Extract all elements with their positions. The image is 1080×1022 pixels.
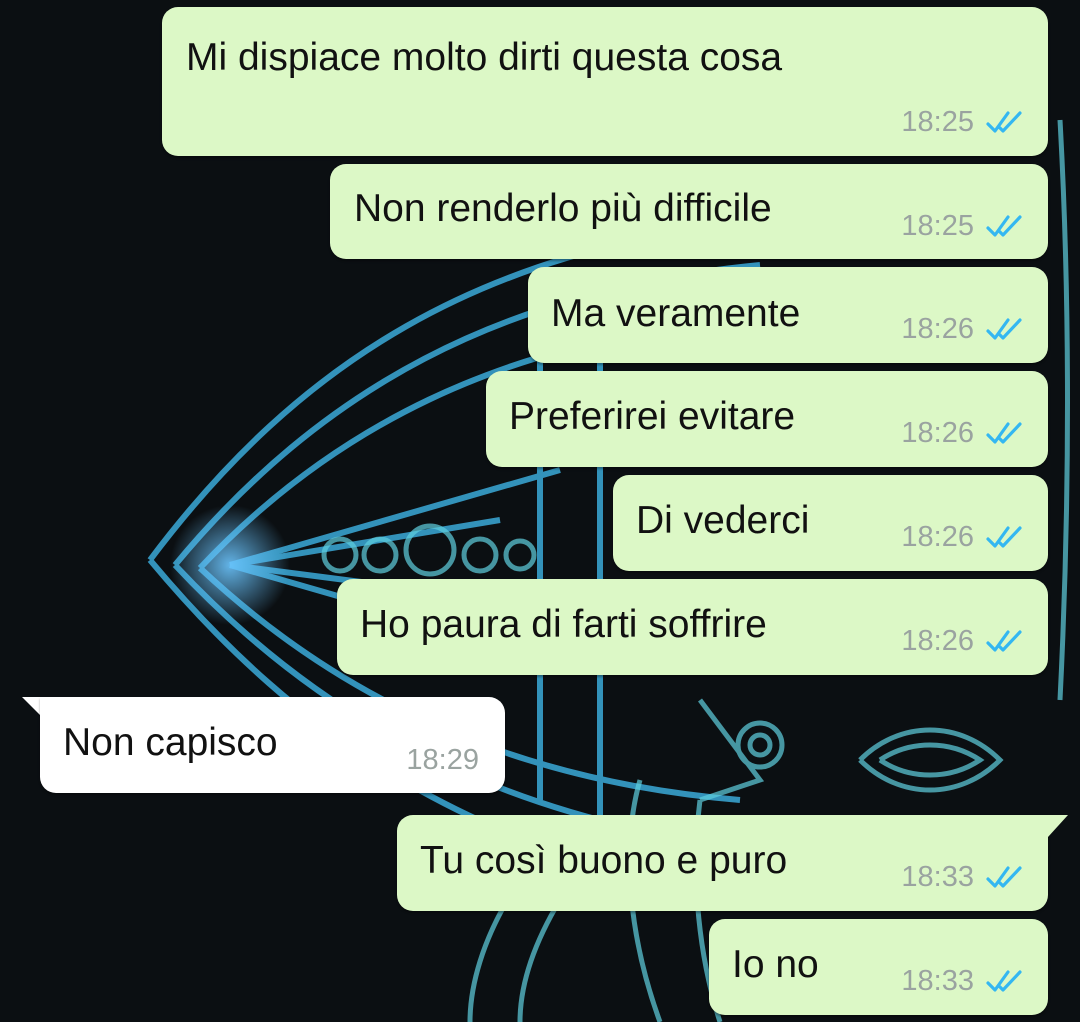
message-time: 18:29: [406, 744, 479, 776]
message-meta: 18:25: [901, 105, 1024, 139]
message-time: 18:33: [901, 965, 974, 997]
message-bubble-outgoing[interactable]: Mi dispiace molto dirti questa cosa 18:2…: [162, 7, 1048, 156]
double-check-icon: [986, 111, 1022, 133]
double-check-icon: [986, 422, 1022, 444]
message-time: 18:25: [901, 210, 974, 242]
message-text: Io no: [732, 943, 819, 986]
message-bubble-outgoing[interactable]: Di vederci 18:26: [613, 475, 1048, 571]
message-meta: 18:26: [901, 624, 1024, 658]
double-check-icon: [986, 630, 1022, 652]
message-meta: 18:29: [406, 743, 479, 777]
message-bubble-outgoing[interactable]: Ho paura di farti soffrire 18:26: [337, 579, 1048, 675]
message-bubble-outgoing[interactable]: Tu così buono e puro 18:33: [397, 815, 1048, 911]
message-text: Preferirei evitare: [509, 395, 796, 438]
message-bubble-outgoing[interactable]: Io no 18:33: [709, 919, 1048, 1015]
message-time: 18:26: [901, 521, 974, 553]
message-text: Tu così buono e puro: [420, 839, 788, 882]
message-bubble-incoming[interactable]: Non capisco 18:29: [40, 697, 505, 793]
message-meta: 18:26: [901, 312, 1024, 346]
message-meta: 18:26: [901, 416, 1024, 450]
bubble-tail: [1048, 815, 1068, 837]
message-meta: 18:25: [901, 209, 1024, 243]
message-text: Mi dispiace molto dirti questa cosa: [186, 36, 783, 79]
double-check-icon: [986, 215, 1022, 237]
double-check-icon: [986, 318, 1022, 340]
message-bubble-outgoing[interactable]: Preferirei evitare 18:26: [486, 371, 1048, 467]
message-text: Di vederci: [636, 499, 810, 542]
message-meta: 18:26: [901, 520, 1024, 554]
message-meta: 18:33: [901, 964, 1024, 998]
message-time: 18:33: [901, 861, 974, 893]
message-text: Non renderlo più difficile: [354, 187, 772, 230]
chat-messages: Mi dispiace molto dirti questa cosa 18:2…: [0, 0, 1080, 1022]
double-check-icon: [986, 970, 1022, 992]
message-bubble-outgoing[interactable]: Non renderlo più difficile 18:25: [330, 164, 1048, 259]
message-text: Ma veramente: [551, 292, 801, 335]
message-time: 18:25: [901, 106, 974, 138]
double-check-icon: [986, 866, 1022, 888]
message-meta: 18:33: [901, 860, 1024, 894]
message-text: Ho paura di farti soffrire: [360, 603, 767, 646]
message-time: 18:26: [901, 313, 974, 345]
message-text: Non capisco: [63, 721, 278, 764]
message-time: 18:26: [901, 417, 974, 449]
message-time: 18:26: [901, 625, 974, 657]
message-bubble-outgoing[interactable]: Ma veramente 18:26: [528, 267, 1048, 363]
double-check-icon: [986, 526, 1022, 548]
